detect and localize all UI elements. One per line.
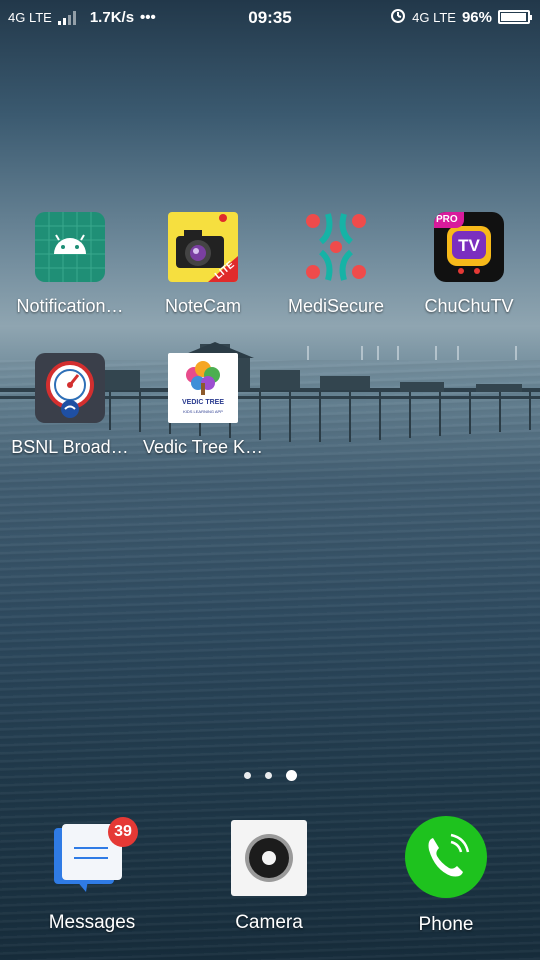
- page-dot[interactable]: [264, 772, 272, 779]
- dock-messages[interactable]: Messages: [17, 820, 167, 934]
- dock-camera[interactable]: Camera: [194, 820, 344, 934]
- dock-label: Camera: [235, 912, 303, 933]
- tv-label: TV: [458, 236, 480, 255]
- phone-icon: [405, 816, 487, 898]
- app-label: MediSecure: [287, 296, 385, 316]
- dock-phone[interactable]: Phone: [371, 816, 521, 936]
- unread-badge: 39: [108, 817, 138, 847]
- camera-icon: [231, 820, 307, 896]
- battery-icon: [498, 10, 532, 24]
- page-indicator[interactable]: [0, 770, 540, 781]
- app-medisecure[interactable]: MediSecure: [271, 212, 401, 317]
- status-bar: 4G LTE 1.7K/s ••• 09:35 4G LTE 96%: [0, 0, 540, 36]
- app-label: BSNL Broad…: [11, 437, 129, 457]
- page-dot-active[interactable]: [285, 770, 297, 781]
- app-notification[interactable]: Notification…: [5, 212, 135, 317]
- pro-label: PRO: [436, 214, 458, 225]
- alarm-icon: [390, 7, 406, 27]
- app-notecam[interactable]: LITE NoteCam: [138, 212, 268, 317]
- android-icon: [35, 212, 105, 282]
- app-label: ChuChuTV: [424, 296, 514, 316]
- dock-label: Messages: [48, 912, 136, 933]
- dock-label: Phone: [418, 914, 474, 935]
- tv-pro-icon: TV PRO: [434, 212, 504, 282]
- page-dot[interactable]: [243, 772, 251, 779]
- medisecure-icon: [301, 212, 371, 282]
- battery-percent: 96%: [461, 8, 492, 26]
- app-label: Notification…: [16, 296, 124, 316]
- app-vedic-tree[interactable]: VEDIC TREE KIDS LEARNING APP Vedic Tree …: [138, 353, 268, 458]
- app-label: Vedic Tree K…: [142, 437, 264, 457]
- vedic-tree-tagline: KIDS LEARNING APP: [183, 409, 223, 414]
- app-bsnl-broadband[interactable]: BSNL Broad…: [5, 353, 135, 458]
- app-label: NoteCam: [164, 296, 242, 316]
- camera-lite-icon: LITE: [168, 212, 238, 282]
- vedic-tree-icon: VEDIC TREE KIDS LEARNING APP: [168, 353, 238, 423]
- speedometer-icon: [35, 353, 105, 423]
- app-chuchutv[interactable]: TV PRO ChuChuTV: [404, 212, 534, 317]
- network-type-right: 4G LTE: [412, 9, 456, 25]
- vedic-tree-wordmark: VEDIC TREE: [181, 399, 224, 406]
